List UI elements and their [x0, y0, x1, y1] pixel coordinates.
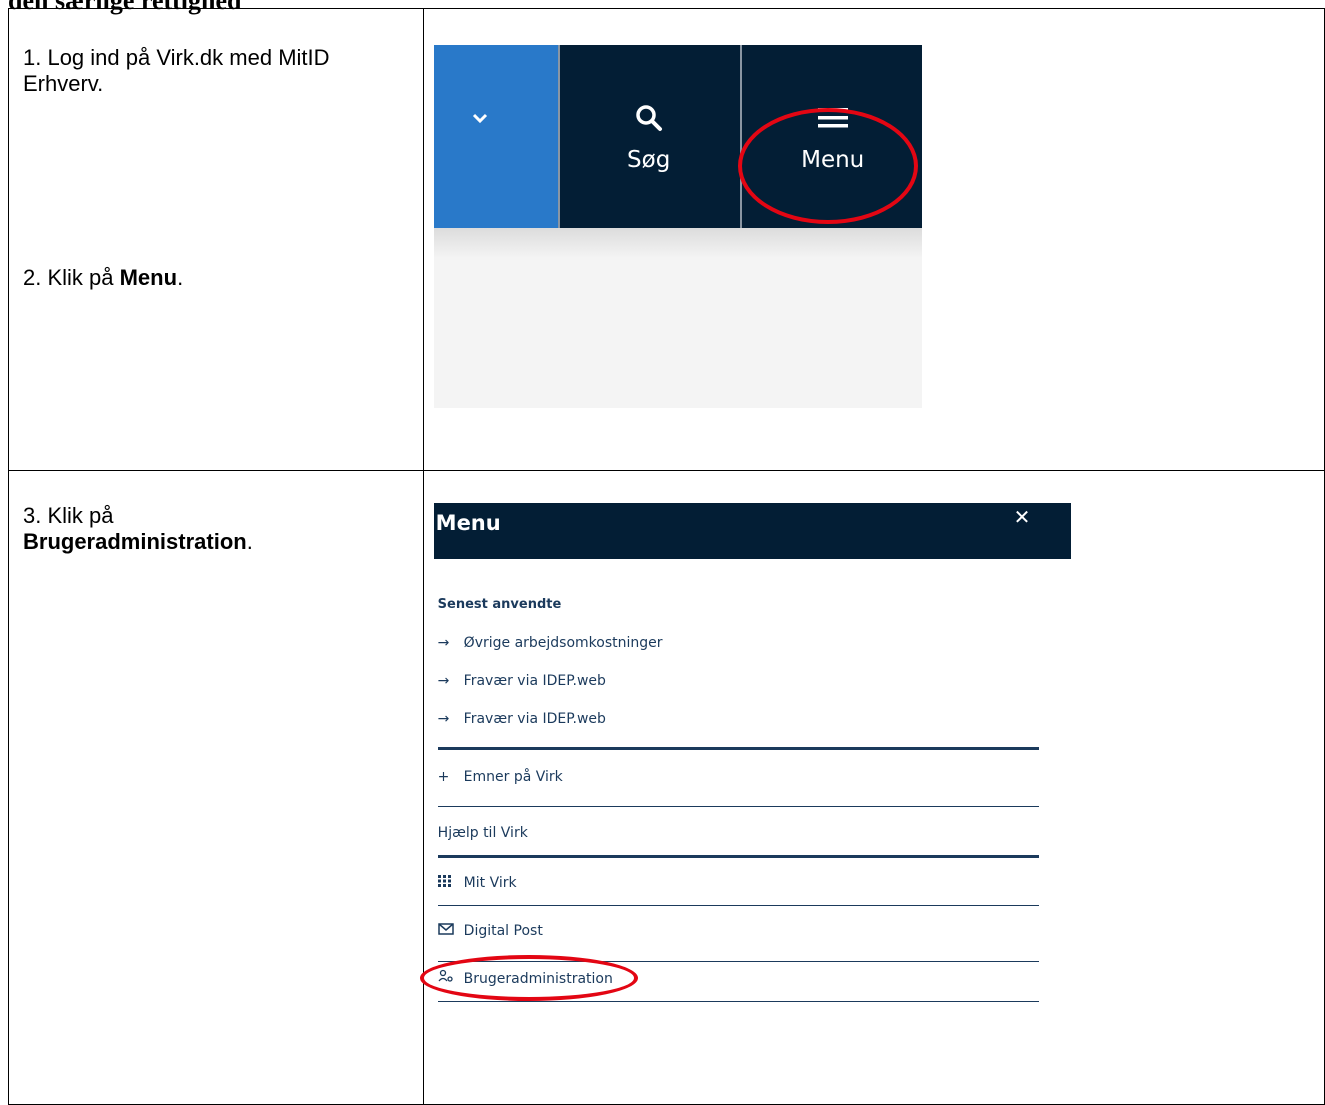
text-cell: 3. Klik på Brugeradministration. — [8, 470, 424, 1105]
table-row: 1. Log ind på Virk.dk med MitID Erhverv.… — [8, 8, 1325, 471]
arrow-right-icon: → — [437, 711, 450, 727]
step-1-text: 1. Log ind på Virk.dk med MitID Erhverv. — [23, 45, 330, 96]
plus-icon: + — [437, 769, 450, 785]
menu-header: Menu ✕ — [433, 503, 1071, 559]
digital-post-item[interactable]: Digital Post — [437, 923, 543, 939]
divider — [437, 905, 1039, 906]
screenshot-cell: Menu ✕ Senest anvendte → Øvrige arbejdsom… — [419, 470, 1325, 1105]
text-cell: 1. Log ind på Virk.dk med MitID Erhverv.… — [8, 8, 424, 471]
divider — [437, 806, 1039, 807]
virk-header-screenshot: Søg Menu — [433, 45, 922, 408]
mail-icon — [437, 923, 464, 939]
shadow — [433, 228, 922, 258]
chevron-down-icon — [472, 113, 487, 124]
highlight-circle — [737, 108, 918, 224]
arrow-right-icon: → — [437, 635, 450, 651]
recent-item[interactable]: → Fravær via IDEP.web — [438, 711, 606, 727]
close-icon[interactable]: ✕ — [1014, 505, 1031, 529]
arrow-right-icon: → — [437, 673, 450, 689]
instruction-table: 1. Log ind på Virk.dk med MitID Erhverv.… — [8, 8, 1325, 1105]
virk-menu-screenshot: Menu ✕ Senest anvendte → Øvrige arbejdsom… — [419, 503, 1071, 1063]
recent-item[interactable]: → Fravær via IDEP.web — [438, 673, 606, 689]
divider — [437, 855, 1039, 858]
divider — [739, 45, 742, 228]
recent-heading: Senest anvendte — [437, 597, 562, 612]
search-label: Søg — [627, 147, 671, 173]
dropdown-button[interactable] — [433, 45, 558, 228]
grid-icon — [437, 875, 464, 891]
mit-virk-item[interactable]: Mit Virk — [437, 875, 517, 891]
search-icon — [635, 105, 662, 131]
divider — [437, 1001, 1039, 1002]
help-item[interactable]: Hjælp til Virk — [438, 825, 528, 841]
highlight-circle — [419, 955, 638, 1001]
table-row: 3. Klik på Brugeradministration. Menu ✕ … — [8, 470, 1325, 1105]
topics-item[interactable]: + Emner på Virk — [438, 769, 563, 785]
divider — [557, 45, 560, 228]
step-2-text: 2. Klik på Menu. — [23, 265, 184, 290]
step-3-text: 3. Klik på Brugeradministration. — [23, 503, 253, 554]
recent-item[interactable]: → Øvrige arbejdsomkostninger — [438, 635, 663, 651]
menu-title: Menu — [435, 511, 501, 535]
search-button[interactable]: Søg — [604, 103, 694, 173]
divider — [437, 747, 1039, 750]
screenshot-cell: Søg Menu — [422, 8, 1325, 471]
